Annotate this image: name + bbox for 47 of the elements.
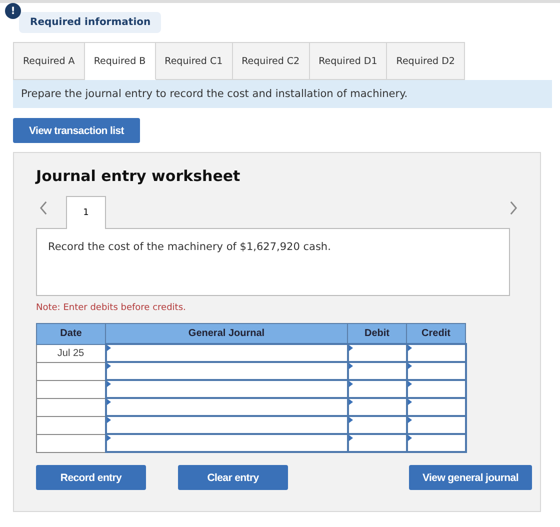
input-field[interactable] bbox=[106, 416, 348, 434]
input-field[interactable] bbox=[106, 398, 348, 416]
input-field[interactable] bbox=[406, 344, 466, 362]
column-header: Debit bbox=[348, 324, 406, 344]
next-icon[interactable] bbox=[509, 201, 518, 215]
view-transaction-list-button[interactable]: View transaction list bbox=[13, 118, 140, 143]
note-text: Note: Enter debits before credits. bbox=[36, 303, 187, 313]
action-button[interactable]: Clear entry bbox=[178, 465, 288, 490]
input-field[interactable] bbox=[406, 416, 466, 434]
action-button[interactable]: View general journal bbox=[409, 465, 532, 490]
description-text: Record the cost of the machinery of $1,627,920 cash. bbox=[48, 241, 331, 253]
input-field[interactable] bbox=[406, 398, 466, 416]
tab[interactable]: Required C1 bbox=[156, 42, 233, 80]
tab[interactable]: Required B bbox=[84, 42, 156, 80]
tab[interactable]: Required D1 bbox=[310, 42, 388, 80]
tab[interactable]: Required D2 bbox=[387, 42, 465, 80]
column-header: General Journal bbox=[106, 324, 348, 344]
instruction-bar: Prepare the journal entry to record the cost and installation of machinery. bbox=[13, 80, 552, 108]
input-field[interactable] bbox=[348, 344, 406, 362]
input-field[interactable] bbox=[348, 416, 406, 434]
input-field[interactable] bbox=[106, 380, 348, 398]
tab[interactable]: Required A bbox=[13, 42, 85, 80]
input-field[interactable] bbox=[348, 380, 406, 398]
date-cell bbox=[36, 398, 106, 416]
previous-icon[interactable] bbox=[39, 201, 48, 215]
input-field[interactable] bbox=[106, 344, 348, 362]
entry-tab[interactable]: 1 bbox=[66, 196, 106, 229]
date-cell bbox=[36, 380, 106, 398]
input-field[interactable] bbox=[406, 362, 466, 380]
input-field[interactable] bbox=[406, 380, 466, 398]
date-cell bbox=[36, 362, 106, 380]
date-cell bbox=[36, 416, 106, 434]
date-cell bbox=[36, 434, 106, 452]
tab[interactable]: Required C2 bbox=[232, 42, 310, 80]
input-field[interactable] bbox=[348, 398, 406, 416]
required-info-label: Required information bbox=[19, 12, 161, 32]
date-cell: Jul 25 bbox=[36, 344, 106, 362]
input-field[interactable] bbox=[348, 362, 406, 380]
input-field[interactable] bbox=[106, 362, 348, 380]
alert-icon: ! bbox=[5, 3, 21, 19]
worksheet-title: Journal entry worksheet bbox=[36, 167, 242, 185]
column-header: Date bbox=[36, 324, 106, 344]
column-header: Credit bbox=[406, 324, 466, 344]
input-field[interactable] bbox=[106, 434, 348, 452]
input-field[interactable] bbox=[406, 434, 466, 452]
input-field[interactable] bbox=[348, 434, 406, 452]
action-button[interactable]: Record entry bbox=[36, 465, 146, 490]
